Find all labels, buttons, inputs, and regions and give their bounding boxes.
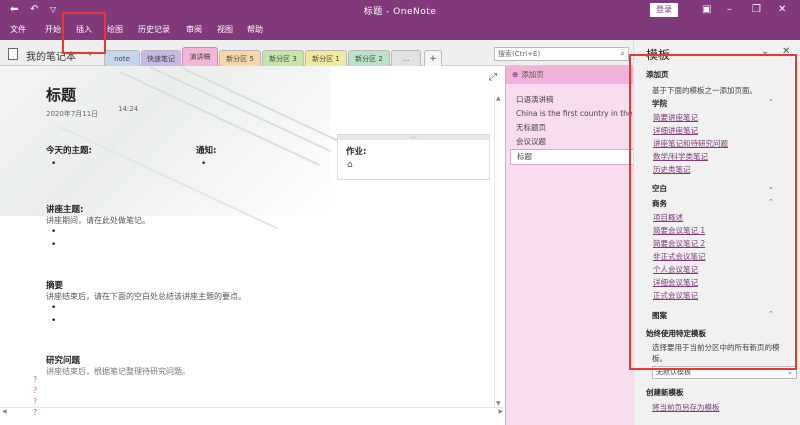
template-highlight-box	[629, 54, 797, 370]
search-placeholder: 搜索(Ctrl+E)	[498, 50, 541, 58]
section-tab-more[interactable]: ...	[391, 50, 421, 66]
section-tab-note[interactable]: note	[104, 50, 140, 66]
expand-icon[interactable]: ⤢	[489, 72, 497, 83]
homework-box[interactable]: .... 作业: ⌂	[337, 134, 490, 180]
menu-history[interactable]: 历史记录	[138, 20, 170, 40]
bullet[interactable]: •	[51, 316, 56, 326]
menu-help[interactable]: 帮助	[247, 20, 263, 40]
title-bar: ⬅ ↶ ▽ 标题 - OneNote 登录 ▣ – ❐ ✕	[0, 0, 800, 20]
homework-heading: 作业:	[346, 147, 367, 157]
pages-panel: ⊕ 添加页 口语演讲稿 China is the first country in…	[505, 66, 634, 425]
home-icon: ⌂	[347, 160, 353, 170]
login-button[interactable]: 登录	[650, 3, 678, 17]
page-time: 14:24	[118, 105, 139, 113]
lecture-topic-heading: 讲座主题:	[46, 205, 84, 215]
section-tab-new1[interactable]: 新分区 1	[305, 50, 347, 66]
page-item-selected[interactable]: 标题	[510, 149, 634, 165]
page-item[interactable]: 会议议题	[510, 135, 634, 149]
page-title[interactable]: 标题	[46, 84, 76, 105]
page-item[interactable]: China is the first country in the	[510, 107, 634, 121]
scroll-left-icon[interactable]: ◀	[2, 408, 7, 415]
create-template-heading: 创建新模板	[646, 388, 684, 397]
section-tab-new2[interactable]: 新分区 2	[348, 50, 390, 66]
menu-bar: 文件 开始 插入 绘图 历史记录 审阅 视图 帮助	[0, 20, 800, 40]
page-item[interactable]: 口语演讲稿	[510, 93, 634, 107]
question-mark: ?	[33, 397, 38, 406]
insert-highlight-box	[62, 12, 106, 54]
minimize-icon[interactable]: –	[727, 3, 732, 17]
today-topic-heading: 今天的主题:	[46, 146, 92, 156]
vertical-scrollbar[interactable]: ▲ ▼	[494, 95, 504, 407]
research-text[interactable]: 讲座结束后，根据笔记整理待研究问题。	[46, 366, 190, 377]
bullet[interactable]: •	[51, 227, 56, 237]
summary-text[interactable]: 讲座结束后，请在下面的空白处总结该讲座主题的要点。	[46, 291, 246, 302]
bullet[interactable]: •	[201, 159, 206, 169]
section-tab-new5[interactable]: 新分区 5	[219, 50, 261, 66]
section-tab-speech[interactable]: 演讲稿	[182, 47, 218, 66]
menu-draw[interactable]: 绘图	[107, 20, 123, 40]
summary-heading: 摘要	[46, 281, 64, 291]
save-as-template-link[interactable]: 将当前页另存为模板	[652, 402, 720, 413]
horizontal-scrollbar[interactable]: ◀ ▶	[0, 407, 505, 417]
scroll-down-icon[interactable]: ▼	[496, 400, 501, 407]
scroll-right-icon[interactable]: ▶	[498, 408, 503, 415]
question-mark: ?	[33, 386, 38, 395]
add-section-button[interactable]: +	[424, 50, 442, 66]
restore-icon[interactable]: ❐	[752, 3, 761, 17]
menu-file[interactable]: 文件	[10, 20, 26, 40]
menu-home[interactable]: 开始	[45, 20, 61, 40]
add-page-button[interactable]: ⊕ 添加页	[506, 66, 634, 84]
note-container-handle[interactable]: ....	[338, 135, 489, 140]
add-icon: ⊕	[512, 70, 519, 79]
page-item[interactable]: 无标题页	[510, 121, 634, 135]
menu-view[interactable]: 视图	[217, 20, 233, 40]
window-title: 标题 - OneNote	[363, 7, 437, 17]
page-canvas[interactable]: 标题 2020年7月11日 14:24 今天的主题: • 通知: • .... …	[0, 66, 505, 425]
search-input[interactable]: 搜索(Ctrl+E) ⌕	[494, 47, 629, 61]
scroll-up-icon[interactable]: ▲	[496, 95, 501, 102]
page-date: 2020年7月11日	[46, 110, 99, 118]
question-mark: ?	[33, 375, 38, 384]
bullet[interactable]: •	[51, 240, 56, 250]
section-tab-quick-notes[interactable]: 快速笔记	[141, 50, 181, 66]
section-tab-new3[interactable]: 新分区 3	[262, 50, 304, 66]
notebook-icon	[8, 48, 18, 60]
lecture-text[interactable]: 讲座期间，请在此处做笔记。	[46, 215, 150, 226]
bullet[interactable]: •	[51, 159, 56, 169]
close-icon[interactable]: ✕	[778, 3, 786, 17]
bullet[interactable]: •	[51, 303, 56, 313]
menu-review[interactable]: 审阅	[186, 20, 202, 40]
ribbon-display-icon[interactable]: ▣	[702, 3, 711, 17]
search-icon[interactable]: ⌕	[621, 48, 625, 60]
notice-heading: 通知:	[196, 146, 217, 156]
add-page-label: 添加页	[521, 70, 544, 79]
research-heading: 研究问题	[46, 356, 81, 366]
